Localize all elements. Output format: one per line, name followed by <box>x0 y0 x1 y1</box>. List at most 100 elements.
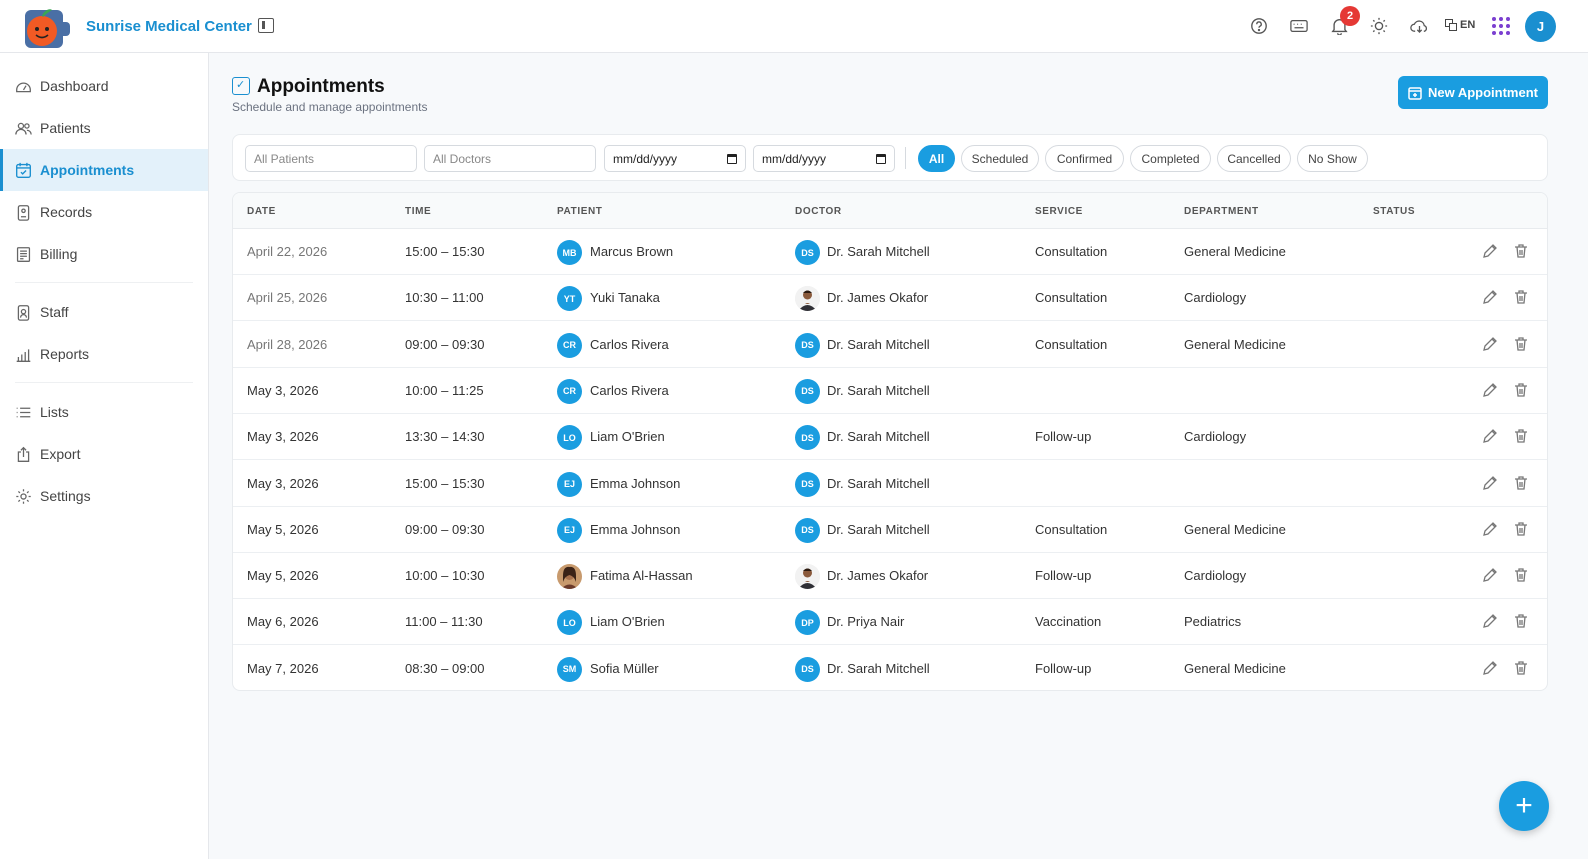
doctor-avatar: DS <box>795 240 820 265</box>
language-switcher[interactable]: EN <box>1445 19 1475 31</box>
help-icon[interactable] <box>1249 16 1269 36</box>
sidebar-item-lists[interactable]: Lists <box>0 391 208 433</box>
sidebar-item-appointments[interactable]: Appointments <box>0 149 208 191</box>
table-row[interactable]: April 22, 2026 15:00 – 15:30 MB Marcus Brow… <box>233 229 1547 275</box>
trash-icon[interactable] <box>1513 243 1529 259</box>
trash-icon[interactable] <box>1513 521 1529 537</box>
table-row[interactable]: May 6, 2026 11:00 – 11:30 LO Liam O'Brien DP… <box>233 599 1547 646</box>
appointment-time: 09:00 – 09:30 <box>405 521 485 537</box>
column-header-doctor[interactable]: DOCTOR <box>795 206 842 217</box>
edit-icon[interactable] <box>1482 613 1498 629</box>
status-chip-scheduled[interactable]: Scheduled <box>961 145 1039 172</box>
calendar-icon[interactable] <box>727 153 737 164</box>
appointment-time: 15:00 – 15:30 <box>405 244 485 259</box>
doctor-name[interactable]: Dr. James Okafor <box>827 290 928 305</box>
patient-name[interactable]: Emma Johnson <box>590 476 680 491</box>
patient-name[interactable]: Carlos Rivera <box>590 337 669 352</box>
trash-icon[interactable] <box>1513 382 1529 398</box>
trash-icon[interactable] <box>1513 613 1529 629</box>
patient-filter-select[interactable]: All Patients <box>245 145 417 172</box>
patient-name[interactable]: Liam O'Brien <box>590 429 665 444</box>
trash-icon[interactable] <box>1513 289 1529 305</box>
sidebar-toggle-icon[interactable] <box>258 18 274 33</box>
sidebar-item-billing[interactable]: Billing <box>0 233 208 275</box>
sidebar-item-records[interactable]: Records <box>0 191 208 233</box>
edit-icon[interactable] <box>1482 243 1498 259</box>
receipt-icon <box>16 246 31 262</box>
new-appointment-button[interactable]: New Appointment <box>1398 76 1548 109</box>
sidebar-item-staff[interactable]: Staff <box>0 291 208 333</box>
table-row[interactable]: May 3, 2026 15:00 – 15:30 EJ Emma Johnson DS… <box>233 461 1547 507</box>
trash-icon[interactable] <box>1513 660 1529 676</box>
status-chip-confirmed[interactable]: Confirmed <box>1045 145 1124 172</box>
sun-icon[interactable] <box>1369 16 1389 36</box>
status-chip-completed[interactable]: Completed <box>1130 145 1211 172</box>
table-row[interactable]: April 25, 2026 10:30 – 11:00 YT Yuki Tanaka… <box>233 275 1547 322</box>
date-to-input[interactable]: mm/dd/yyyy <box>753 145 895 172</box>
table-row[interactable]: May 3, 2026 13:30 – 14:30 LO Liam O'Brien DS… <box>233 414 1547 461</box>
edit-icon[interactable] <box>1482 382 1498 398</box>
table-row[interactable]: May 5, 2026 09:00 – 09:30 EJ Emma Johnson DS… <box>233 507 1547 553</box>
sidebar-item-patients[interactable]: Patients <box>0 107 208 149</box>
add-fab-button[interactable]: + <box>1499 781 1549 831</box>
sidebar-item-reports[interactable]: Reports <box>0 333 208 375</box>
doctor-name[interactable]: Dr. Sarah Mitchell <box>827 476 930 491</box>
apps-grid-icon[interactable] <box>1492 17 1510 35</box>
department-cell: General Medicine <box>1184 244 1286 259</box>
patient-name[interactable]: Emma Johnson <box>590 522 680 537</box>
edit-icon[interactable] <box>1482 521 1498 537</box>
patient-name[interactable]: Yuki Tanaka <box>590 290 660 305</box>
calendar-check-icon <box>232 77 250 95</box>
column-header-status[interactable]: STATUS <box>1373 206 1415 217</box>
column-header-patient[interactable]: PATIENT <box>557 206 603 217</box>
table-row[interactable]: May 5, 2026 10:00 – 10:30 Fatima Al-Hassan… <box>233 553 1547 600</box>
table-row[interactable]: April 28, 2026 09:00 – 09:30 CR Carlos Rive… <box>233 322 1547 368</box>
column-header-date[interactable]: DATE <box>247 206 276 217</box>
date-from-input[interactable]: mm/dd/yyyy <box>604 145 746 172</box>
sidebar-item-settings[interactable]: Settings <box>0 475 208 517</box>
trash-icon[interactable] <box>1513 567 1529 583</box>
doctor-name[interactable]: Dr. Sarah Mitchell <box>827 522 930 537</box>
trash-icon[interactable] <box>1513 475 1529 491</box>
status-chip-no-show[interactable]: No Show <box>1297 145 1368 172</box>
doctor-avatar: DS <box>795 425 820 451</box>
appointment-time: 15:00 – 15:30 <box>405 475 485 491</box>
doctor-name[interactable]: Dr. Priya Nair <box>827 614 904 629</box>
doctor-name[interactable]: Dr. Sarah Mitchell <box>827 244 930 259</box>
status-chip-cancelled[interactable]: Cancelled <box>1217 145 1291 172</box>
column-header-department[interactable]: DEPARTMENT <box>1184 206 1259 217</box>
patient-name[interactable]: Sofia Müller <box>590 661 659 676</box>
keyboard-icon[interactable] <box>1289 16 1309 36</box>
edit-icon[interactable] <box>1482 660 1498 676</box>
doctor-name[interactable]: Dr. Sarah Mitchell <box>827 383 930 398</box>
edit-icon[interactable] <box>1482 336 1498 352</box>
sidebar-divider <box>15 382 193 383</box>
edit-icon[interactable] <box>1482 289 1498 305</box>
trash-icon[interactable] <box>1513 428 1529 444</box>
calendar-icon[interactable] <box>876 153 886 164</box>
table-row[interactable]: May 7, 2026 08:30 – 09:00 SM Sofia Müller DS… <box>233 646 1547 690</box>
trash-icon[interactable] <box>1513 336 1529 352</box>
patient-name[interactable]: Carlos Rivera <box>590 383 669 398</box>
column-header-service[interactable]: SERVICE <box>1035 206 1083 217</box>
edit-icon[interactable] <box>1482 475 1498 491</box>
patient-name[interactable]: Fatima Al-Hassan <box>590 568 693 583</box>
edit-icon[interactable] <box>1482 428 1498 444</box>
status-chip-all[interactable]: All <box>918 145 955 172</box>
edit-icon[interactable] <box>1482 567 1498 583</box>
list-icon <box>16 407 31 417</box>
doctor-name[interactable]: Dr. Sarah Mitchell <box>827 429 930 444</box>
patient-avatar: EJ <box>557 517 582 543</box>
doctor-filter-select[interactable]: All Doctors <box>424 145 596 172</box>
patient-name[interactable]: Liam O'Brien <box>590 614 665 629</box>
sidebar-item-export[interactable]: Export <box>0 433 208 475</box>
sidebar-item-dashboard[interactable]: Dashboard <box>0 65 208 107</box>
user-avatar[interactable]: J <box>1525 11 1556 42</box>
table-row[interactable]: May 3, 2026 10:00 – 11:25 CR Carlos Rivera D… <box>233 368 1547 414</box>
column-header-time[interactable]: TIME <box>405 206 431 217</box>
doctor-name[interactable]: Dr. Sarah Mitchell <box>827 661 930 676</box>
patient-name[interactable]: Marcus Brown <box>590 244 673 259</box>
cloud-download-icon[interactable] <box>1409 16 1429 36</box>
doctor-name[interactable]: Dr. Sarah Mitchell <box>827 337 930 352</box>
doctor-name[interactable]: Dr. James Okafor <box>827 568 928 583</box>
